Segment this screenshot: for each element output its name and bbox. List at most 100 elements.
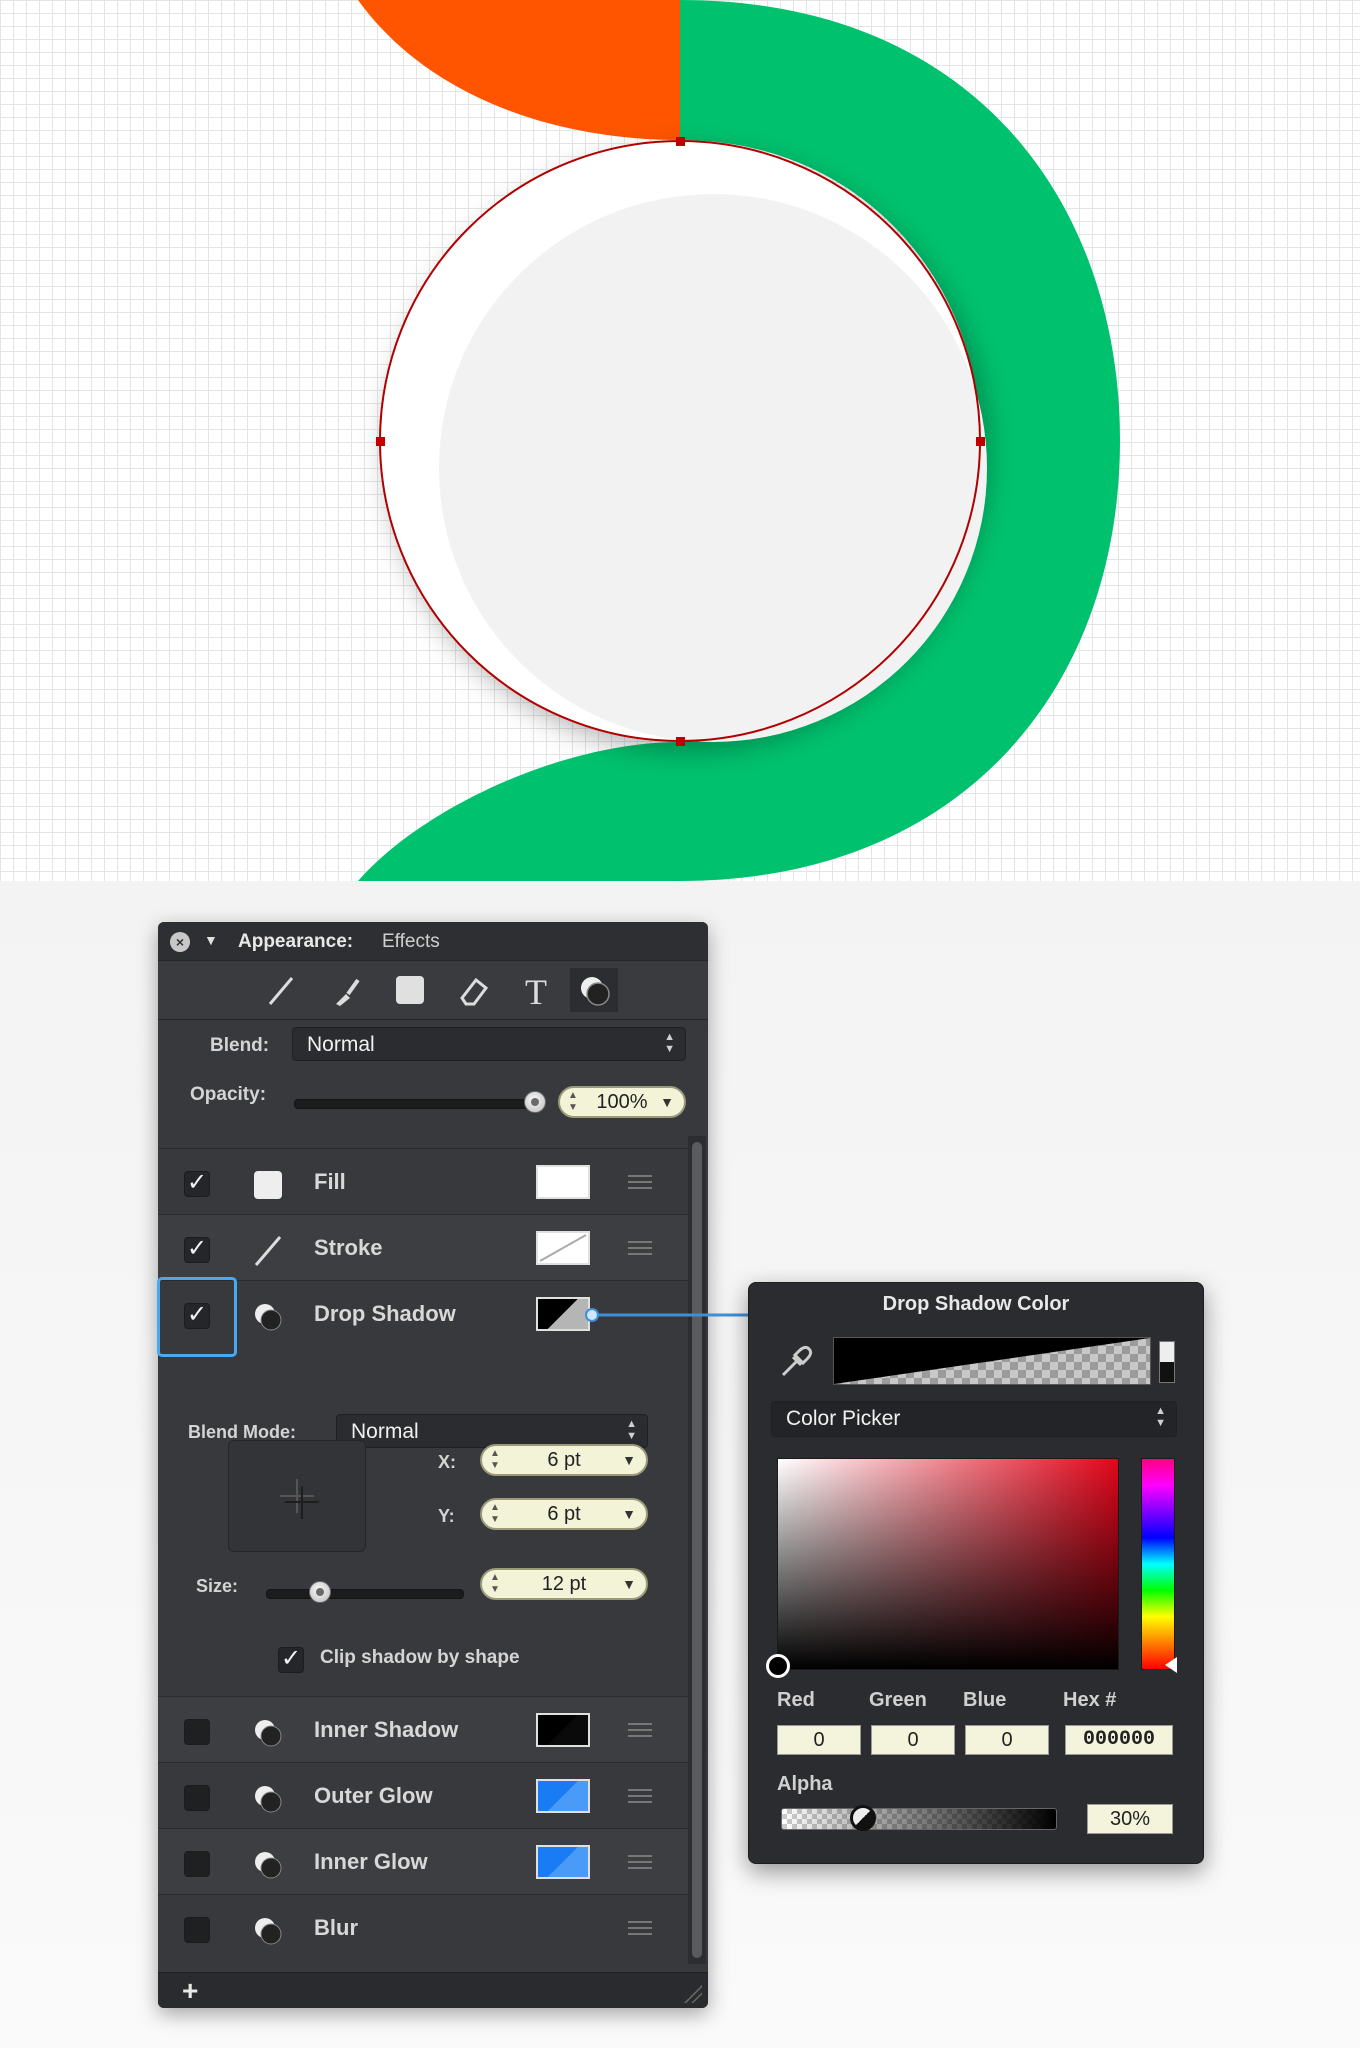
- fill-icon: [252, 1169, 284, 1201]
- drag-handle-icon[interactable]: [628, 1921, 652, 1935]
- size-label: Size:: [196, 1576, 239, 1596]
- eraser-tab-icon[interactable]: [448, 968, 496, 1012]
- inner-glow-checkbox[interactable]: [184, 1851, 210, 1877]
- blend-mode-select[interactable]: Normal ▲ ▼: [336, 1414, 648, 1448]
- anchor-point-left[interactable]: [376, 437, 385, 446]
- anchor-point-top[interactable]: [676, 137, 685, 146]
- inner-circle: [439, 194, 987, 742]
- shadow-offset-pad[interactable]: [228, 1440, 366, 1552]
- stepper-arrows-icon: ▲ ▼: [490, 1502, 500, 1525]
- fill-color-swatch[interactable]: [536, 1165, 590, 1199]
- design-canvas[interactable]: [0, 0, 1360, 881]
- panel-footer: +: [158, 1972, 708, 2008]
- add-effect-button[interactable]: +: [182, 1975, 198, 2007]
- stepper-arrows-icon: ▲ ▼: [490, 1448, 500, 1471]
- panel-scrollbar[interactable]: [688, 1136, 706, 1964]
- stroke-icon: [252, 1235, 284, 1267]
- color-history-icon[interactable]: [1159, 1341, 1175, 1383]
- outer-glow-color-swatch[interactable]: [536, 1779, 590, 1813]
- y-offset-value: 6 pt: [547, 1503, 581, 1525]
- outer-glow-label: Outer Glow: [314, 1783, 433, 1808]
- size-stepper[interactable]: ▲ ▼ 12 pt ▼: [480, 1568, 648, 1600]
- drop-shadow-color-swatch[interactable]: [536, 1297, 590, 1331]
- disclosure-triangle-icon[interactable]: ▼: [204, 932, 218, 948]
- size-slider[interactable]: [266, 1589, 464, 1599]
- dropdown-arrow-icon: ▼: [622, 1576, 636, 1592]
- color-preview-swatch: [833, 1337, 1151, 1385]
- stroke-checkbox[interactable]: ✓: [184, 1237, 210, 1263]
- drag-handle-icon[interactable]: [628, 1723, 652, 1737]
- inner-glow-color-swatch[interactable]: [536, 1845, 590, 1879]
- alpha-slider[interactable]: [781, 1808, 1057, 1830]
- drag-handle-icon[interactable]: [628, 1175, 652, 1189]
- blue-input[interactable]: 0: [965, 1725, 1049, 1755]
- inner-shadow-color-swatch[interactable]: [536, 1713, 590, 1747]
- opacity-stepper[interactable]: ▲ ▼ 100% ▼: [558, 1086, 686, 1118]
- opacity-slider[interactable]: [294, 1099, 536, 1109]
- opacity-value: 100%: [596, 1091, 648, 1113]
- illustration: [358, 0, 1120, 881]
- blur-checkbox[interactable]: [184, 1917, 210, 1943]
- green-input[interactable]: 0: [871, 1725, 955, 1755]
- alpha-slider-knob[interactable]: [850, 1805, 877, 1831]
- drop-shadow-color-popover: Drop Shadow Color Color Picker ▲ ▼ Red Gr…: [748, 1282, 1204, 1864]
- saturation-brightness-field[interactable]: [777, 1458, 1119, 1670]
- drop-shadow-icon: [252, 1301, 284, 1333]
- hex-input[interactable]: 000000: [1065, 1725, 1173, 1755]
- x-offset-value: 6 pt: [547, 1449, 581, 1471]
- drag-handle-icon[interactable]: [628, 1241, 652, 1255]
- stroke-tab-icon[interactable]: [256, 968, 304, 1012]
- scrollbar-thumb[interactable]: [692, 1142, 702, 1958]
- brush-tab-icon[interactable]: [320, 968, 368, 1012]
- panel-title: Appearance:: [238, 931, 354, 952]
- effect-row-drop-shadow[interactable]: ✓ Drop Shadow: [158, 1280, 688, 1347]
- eyedropper-icon[interactable]: [775, 1341, 815, 1381]
- y-label: Y:: [438, 1506, 455, 1526]
- clip-shadow-label: Clip shadow by shape: [320, 1647, 520, 1668]
- effect-row-stroke[interactable]: ✓ Stroke: [158, 1214, 688, 1281]
- size-slider-knob[interactable]: [308, 1581, 331, 1603]
- y-offset-stepper[interactable]: ▲ ▼ 6 pt ▼: [480, 1498, 648, 1530]
- appearance-panel: × ▼ Appearance: Effects T Blend: Normal …: [158, 922, 708, 2008]
- anchor-point-right[interactable]: [976, 437, 985, 446]
- drag-handle-icon[interactable]: [628, 1855, 652, 1869]
- alpha-label: Alpha: [777, 1773, 833, 1795]
- effect-row-blur[interactable]: Blur: [158, 1894, 688, 1961]
- picker-mode-value: Color Picker: [786, 1407, 901, 1430]
- fill-checkbox[interactable]: ✓: [184, 1171, 210, 1197]
- stroke-color-swatch[interactable]: [536, 1231, 590, 1265]
- fill-tab-icon[interactable]: [384, 968, 432, 1012]
- drag-handle-icon[interactable]: [628, 1789, 652, 1803]
- blend-select[interactable]: Normal ▲ ▼: [292, 1027, 686, 1061]
- x-label: X:: [438, 1452, 456, 1472]
- resize-grip-icon[interactable]: [684, 1985, 702, 2003]
- effect-row-inner-glow[interactable]: Inner Glow: [158, 1828, 688, 1895]
- text-tab-icon[interactable]: T: [512, 968, 560, 1012]
- orange-shape: [358, 0, 680, 140]
- select-arrows-icon: ▲ ▼: [1155, 1405, 1166, 1429]
- outer-glow-checkbox[interactable]: [184, 1785, 210, 1811]
- anchor-point-bottom[interactable]: [676, 737, 685, 746]
- effect-row-outer-glow[interactable]: Outer Glow: [158, 1762, 688, 1829]
- outer-glow-icon: [252, 1783, 284, 1815]
- drop-shadow-label: Drop Shadow: [314, 1301, 456, 1326]
- inner-glow-label: Inner Glow: [314, 1849, 428, 1874]
- close-icon[interactable]: ×: [170, 932, 190, 952]
- effects-tab-icon[interactable]: [570, 968, 618, 1012]
- clip-shadow-checkbox[interactable]: ✓: [278, 1647, 304, 1673]
- color-cursor[interactable]: [766, 1654, 790, 1678]
- opacity-slider-knob[interactable]: [524, 1091, 546, 1113]
- picker-mode-select[interactable]: Color Picker ▲ ▼: [771, 1401, 1177, 1437]
- hue-slider[interactable]: [1141, 1458, 1175, 1670]
- stepper-arrows-icon: ▲ ▼: [568, 1090, 578, 1113]
- effect-row-inner-shadow[interactable]: Inner Shadow: [158, 1696, 688, 1763]
- x-offset-stepper[interactable]: ▲ ▼ 6 pt ▼: [480, 1444, 648, 1476]
- inner-shadow-icon: [252, 1717, 284, 1749]
- inner-shadow-checkbox[interactable]: [184, 1719, 210, 1745]
- red-label: Red: [777, 1689, 815, 1711]
- select-arrows-icon: ▲ ▼: [626, 1418, 637, 1442]
- effect-row-fill[interactable]: ✓ Fill: [158, 1148, 688, 1215]
- hue-indicator-icon[interactable]: [1165, 1657, 1177, 1673]
- alpha-input[interactable]: 30%: [1087, 1804, 1173, 1834]
- red-input[interactable]: 0: [777, 1725, 861, 1755]
